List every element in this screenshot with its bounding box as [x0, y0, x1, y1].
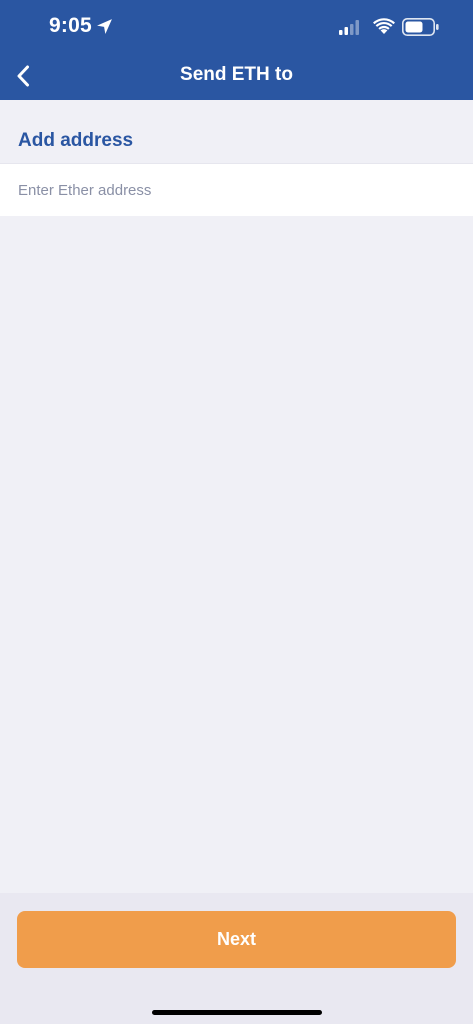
send-eth-screen: 9:05 Send ETH to Add address Enter Ether… — [0, 0, 473, 1024]
top-bar: 9:05 Send ETH to — [0, 0, 473, 100]
cellular-signal-icon — [339, 20, 359, 35]
battery-icon — [402, 18, 439, 36]
next-button[interactable]: Next — [17, 911, 456, 968]
wifi-icon — [373, 18, 395, 34]
status-time: 9:05 — [49, 14, 92, 37]
home-indicator — [152, 1010, 322, 1015]
add-address-heading: Add address — [18, 130, 134, 151]
status-bar: 9:05 — [0, 0, 473, 52]
page-title: Send ETH to — [180, 64, 293, 85]
ether-address-input[interactable] — [0, 164, 473, 216]
location-arrow-icon — [97, 19, 112, 34]
bottom-action-area: Next — [0, 893, 473, 1024]
navigation-bar: Send ETH to — [0, 52, 473, 100]
address-field-row — [0, 163, 473, 216]
